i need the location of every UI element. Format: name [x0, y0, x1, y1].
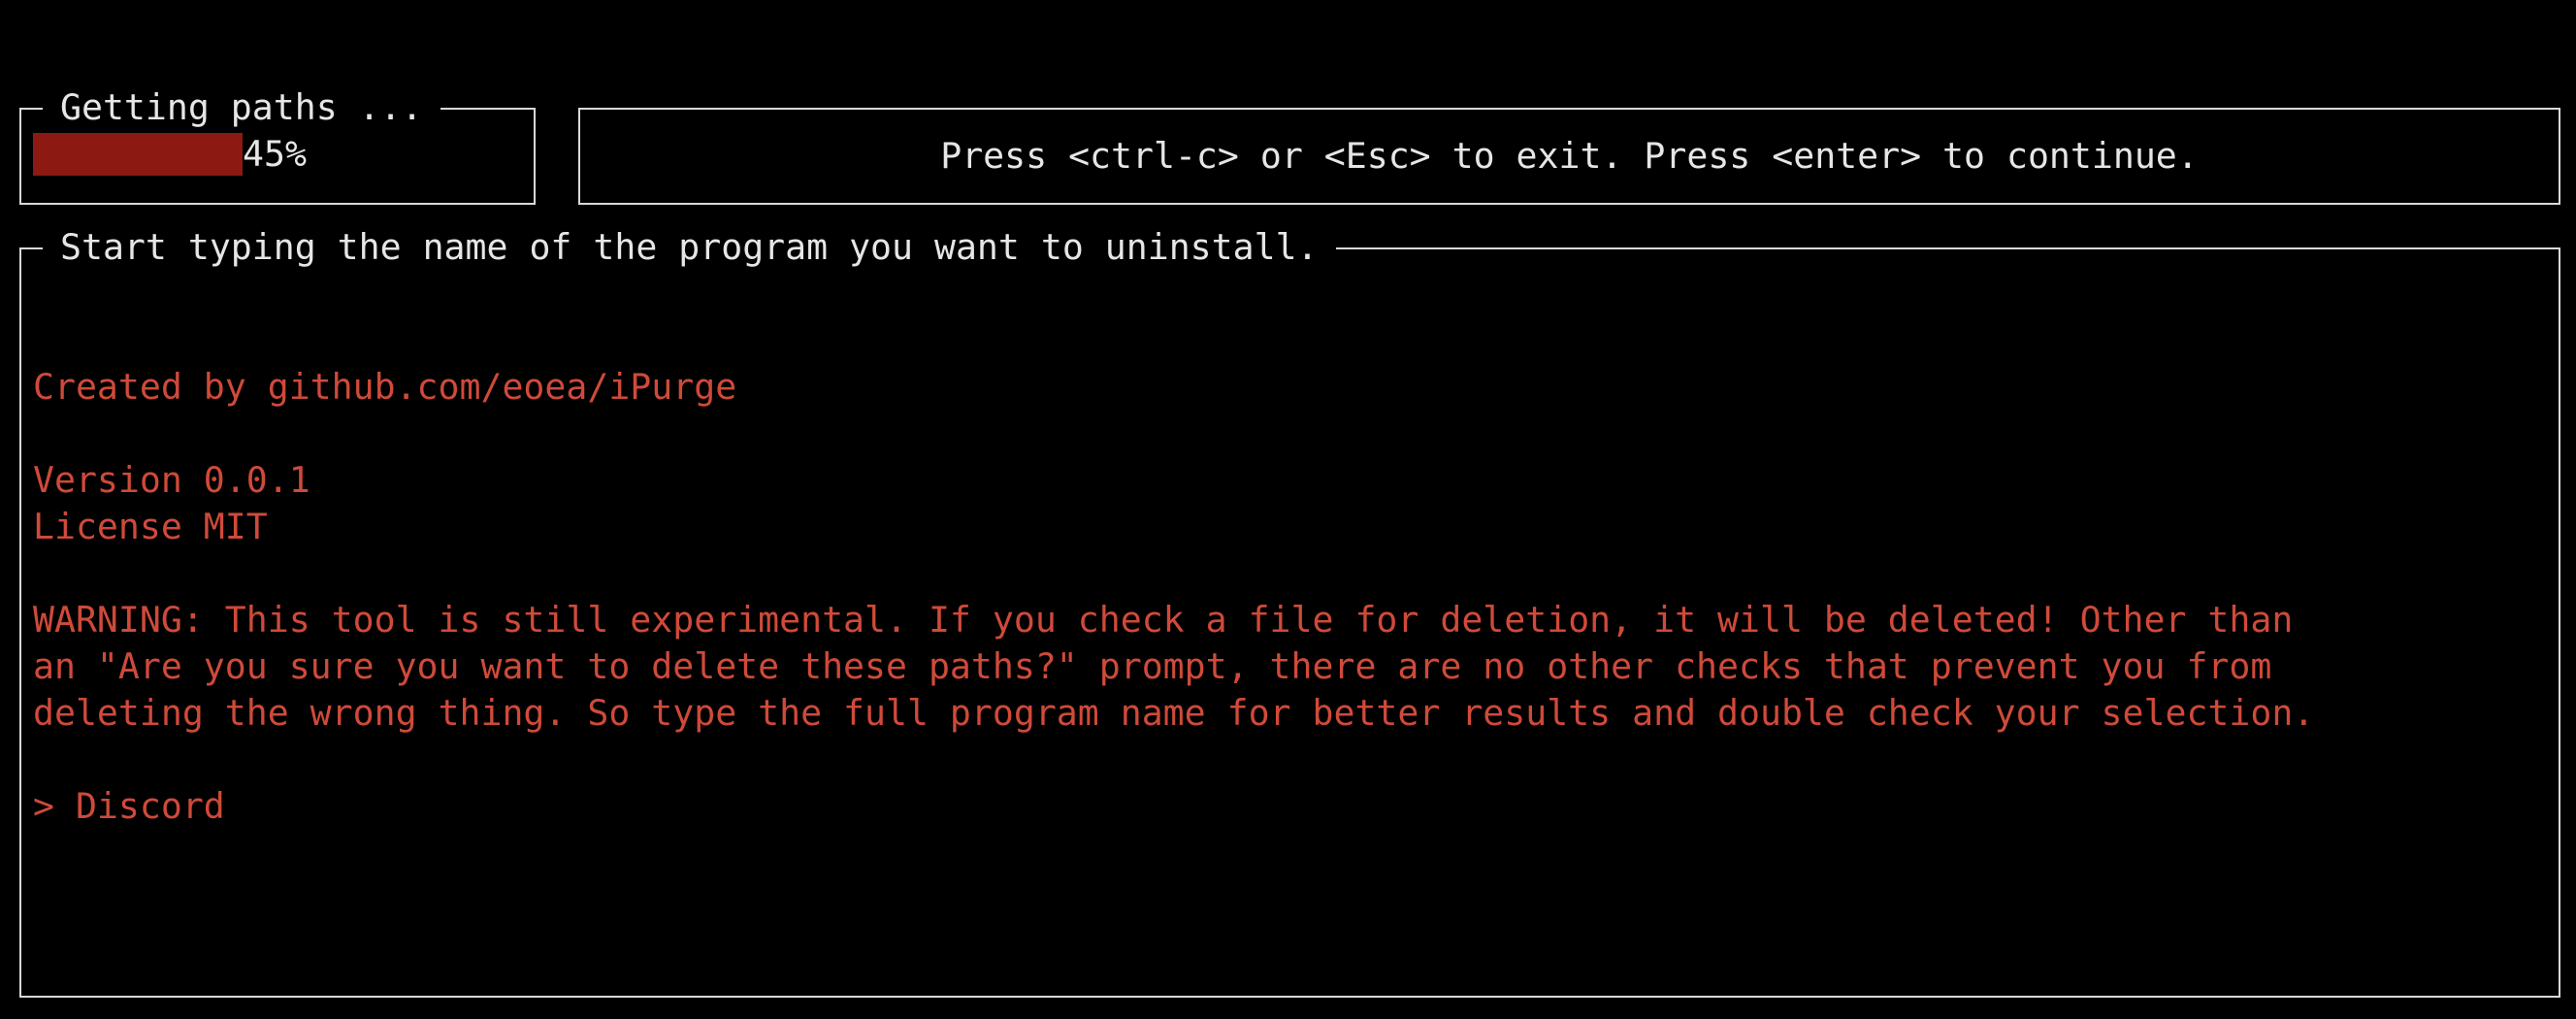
warning-line-1: WARNING: This tool is still experimental… — [33, 599, 2294, 641]
license-text: License MIT — [33, 506, 268, 547]
progress-title: Getting paths ... — [43, 84, 440, 131]
search-input[interactable]: > Discord — [33, 783, 2547, 830]
progress-row: 45% — [33, 133, 307, 176]
help-panel: Press <ctrl-c> or <Esc> to exit. Press <… — [578, 108, 2560, 205]
progress-bar-fill — [33, 133, 243, 176]
search-panel[interactable]: Start typing the name of the program you… — [19, 224, 2560, 998]
progress-bar — [33, 133, 243, 176]
progress-panel: Getting paths ... 45% — [19, 84, 536, 205]
help-text: Press <ctrl-c> or <Esc> to exit. Press <… — [940, 135, 2199, 177]
warning-line-3: deleting the wrong thing. So type the fu… — [33, 692, 2315, 734]
search-panel-title: Start typing the name of the program you… — [43, 224, 1336, 271]
warning-line-2: an "Are you sure you want to delete thes… — [33, 645, 2272, 687]
progress-percent: 45% — [243, 133, 307, 175]
version-text: Version 0.0.1 — [33, 459, 310, 501]
search-panel-content: Created by github.com/eoea/iPurge Versio… — [33, 364, 2547, 830]
credit-text: Created by github.com/eoea/iPurge — [33, 366, 737, 408]
